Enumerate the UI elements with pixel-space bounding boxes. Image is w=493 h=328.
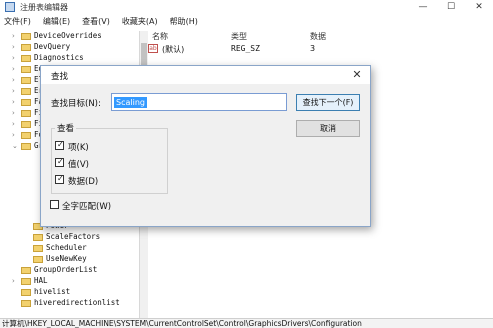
column-header-data[interactable]: 数据 [310, 31, 326, 42]
string-value-icon: ab [148, 44, 158, 53]
expand-chevron-icon[interactable]: › [12, 42, 15, 52]
tree-item[interactable]: GroupOrderList [0, 265, 139, 275]
tree-item[interactable]: hiveredirectionlist [0, 298, 139, 308]
tree-item-label: hiveredirectionlist [34, 298, 120, 307]
expand-chevron-icon[interactable]: › [12, 119, 15, 129]
tree-item[interactable]: › DeviceOverrides [0, 31, 139, 41]
look-at-title: 查看 [55, 122, 77, 134]
folder-icon [33, 245, 43, 252]
minimize-button[interactable]: — [409, 0, 437, 14]
collapse-chevron-icon[interactable]: ⌄ [12, 141, 18, 151]
values-checkbox-label[interactable]: 值(V) [68, 158, 89, 170]
expand-chevron-icon[interactable]: › [12, 97, 15, 107]
expand-chevron-icon[interactable]: › [12, 64, 15, 74]
window-controls: — ☐ ✕ [409, 0, 493, 14]
data-checkbox[interactable]: ✓ [55, 174, 64, 184]
close-button[interactable]: ✕ [465, 0, 493, 14]
menu-file[interactable]: 文件(F) [4, 15, 31, 29]
expand-chevron-icon[interactable]: › [12, 75, 15, 85]
cancel-button[interactable]: 取消 [296, 120, 360, 137]
expand-chevron-icon[interactable]: › [12, 53, 15, 63]
value-name[interactable]: (默认) [162, 44, 184, 55]
dialog-title-bar: 查找 [41, 66, 370, 84]
tree-item-label: DeviceOverrides [34, 31, 102, 40]
menu-favorites[interactable]: 收藏夹(A) [122, 15, 158, 29]
folder-icon [21, 77, 31, 84]
folder-icon [21, 66, 31, 73]
value-data: 3 [310, 44, 316, 53]
checkmark-icon: ✓ [57, 174, 64, 183]
folder-icon [21, 55, 31, 62]
maximize-button[interactable]: ☐ [437, 0, 465, 14]
menu-edit[interactable]: 编辑(E) [43, 15, 70, 29]
tree-item[interactable]: ScaleFactors [0, 232, 139, 242]
checkmark-icon: ✓ [57, 140, 64, 149]
find-next-button[interactable]: 查找下一个(F) [296, 94, 360, 111]
keys-checkbox-label[interactable]: 项(K) [68, 141, 89, 153]
tree-item-label: UseNewKey [46, 254, 87, 263]
tree-item[interactable]: › Diagnostics [0, 53, 139, 63]
folder-icon [21, 99, 31, 106]
dialog-close-icon[interactable]: ✕ [350, 68, 364, 82]
folder-icon [33, 234, 43, 241]
tree-item-label: HAL [34, 276, 48, 285]
tree-item[interactable]: UseNewKey [0, 254, 139, 264]
data-checkbox-label[interactable]: 数据(D) [68, 175, 98, 187]
status-bar: 计算机\HKEY_LOCAL_MACHINE\SYSTEM\CurrentCon… [0, 318, 493, 328]
menu-help[interactable]: 帮助(H) [170, 15, 198, 29]
folder-icon [21, 33, 31, 40]
column-header-type[interactable]: 类型 [231, 31, 247, 42]
tree-item-label: Scheduler [46, 243, 87, 252]
expand-chevron-icon[interactable]: › [12, 276, 15, 286]
folder-icon [21, 300, 31, 307]
tree-item[interactable]: Scheduler [0, 243, 139, 253]
expand-chevron-icon[interactable]: › [12, 108, 15, 118]
folder-icon [21, 278, 31, 285]
menu-view[interactable]: 查看(V) [82, 15, 110, 29]
checkmark-icon: ✓ [57, 157, 64, 166]
folder-icon [21, 44, 31, 51]
folder-icon [21, 132, 31, 139]
keys-checkbox[interactable]: ✓ [55, 140, 64, 150]
tree-item-label: DevQuery [34, 42, 71, 51]
tree-item[interactable]: hivelist [0, 287, 139, 297]
tree-item-label: ScaleFactors [46, 232, 101, 241]
find-target-label: 查找目标(N): [51, 99, 101, 109]
regedit-app-icon [5, 2, 15, 12]
find-target-value[interactable]: Scaling [114, 97, 147, 108]
registry-path: 计算机\HKEY_LOCAL_MACHINE\SYSTEM\CurrentCon… [2, 319, 362, 328]
tree-item[interactable]: › HAL [0, 276, 139, 286]
folder-open-icon [21, 143, 31, 150]
find-dialog: 查找 ✕ 查找目标(N): Scaling 查找下一个(F) 取消 查看 ✓ 项… [40, 65, 371, 227]
folder-icon [33, 256, 43, 263]
values-checkbox[interactable]: ✓ [55, 157, 64, 167]
folder-icon [21, 121, 31, 128]
match-whole-checkbox[interactable] [50, 200, 59, 209]
value-type: REG_SZ [231, 44, 260, 53]
menu-bar: 文件(F) 编辑(E) 查看(V) 收藏夹(A) 帮助(H) [0, 15, 493, 29]
folder-icon [21, 267, 31, 274]
column-header-name[interactable]: 名称 [152, 31, 168, 42]
tree-item-label: GroupOrderList [34, 265, 98, 274]
expand-chevron-icon[interactable]: › [12, 86, 15, 96]
tree-item[interactable]: › DevQuery [0, 42, 139, 52]
tree-item-label: hivelist [34, 287, 71, 296]
folder-icon [21, 88, 31, 95]
expand-chevron-icon[interactable]: › [12, 31, 15, 41]
window-title: 注册表编辑器 [20, 3, 68, 12]
title-bar: 注册表编辑器 — ☐ ✕ [0, 0, 493, 14]
match-whole-label[interactable]: 全字匹配(W) [62, 200, 111, 212]
folder-icon [21, 110, 31, 117]
find-target-input[interactable]: Scaling [111, 93, 287, 111]
tree-item-label: Diagnostics [34, 53, 84, 62]
folder-icon [21, 289, 31, 296]
expand-chevron-icon[interactable]: › [12, 130, 15, 140]
dialog-title: 查找 [51, 72, 69, 82]
